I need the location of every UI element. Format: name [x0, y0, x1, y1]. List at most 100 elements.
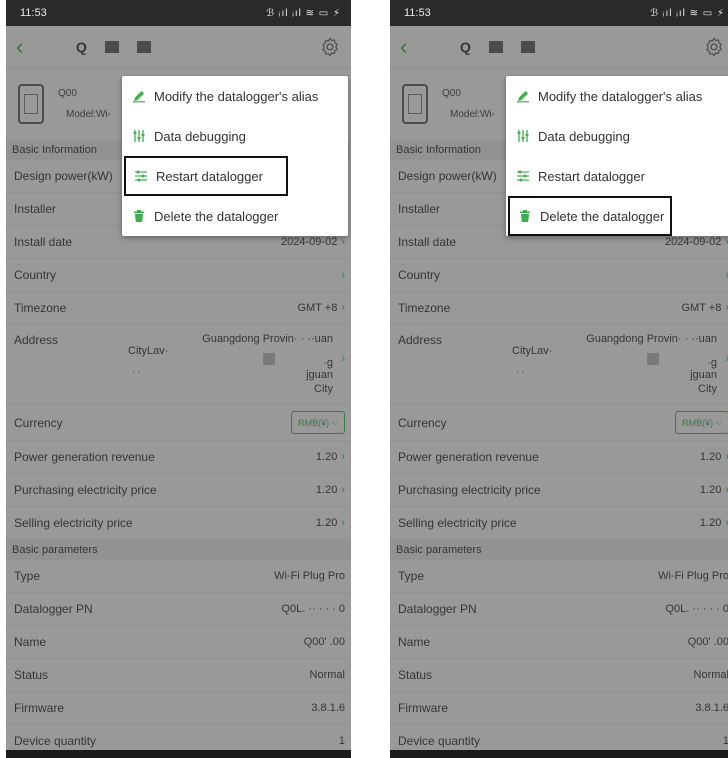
chevron-right-icon: ›	[341, 484, 345, 496]
address-line: · ·	[132, 366, 141, 376]
row-status: Status Normal	[390, 659, 728, 692]
row-timezone[interactable]: Timezone GMT +8›	[6, 292, 351, 325]
status-bar: 11:53 ℬ ᵢıl ᵢıl ≋ ▭ ⚡	[6, 0, 351, 26]
row-label: Type	[398, 569, 425, 583]
row-value: 1.20	[699, 484, 722, 496]
currency-value: RMB(¥)	[682, 417, 714, 428]
settings-lines-icon	[517, 170, 529, 182]
status-icons: ℬ ᵢıl ᵢıl ≋ ▭ ⚡	[650, 7, 725, 19]
navigation-bar	[390, 750, 728, 758]
menu-item-label: Data debugging	[538, 128, 630, 144]
address-line: City	[698, 383, 717, 395]
row-address[interactable]: Address Guangdong Provin· · ··uan CityLa…	[390, 325, 728, 405]
back-icon[interactable]: ‹	[16, 34, 36, 60]
row-label: Installer	[14, 202, 57, 216]
row-label: Selling electricity price	[398, 516, 517, 530]
menu-item-label: Restart datalogger	[538, 168, 645, 184]
phone-screenshot-right: 11:53 ℬ ᵢıl ᵢıl ≋ ▭ ⚡ ‹ Q Q00 Model:Wi- …	[390, 0, 728, 758]
row-name: Name Q00' .00	[6, 626, 351, 659]
row-firmware: Firmware 3.8.1.6	[6, 692, 351, 725]
device-model: Model:Wi-	[450, 109, 496, 120]
row-label: Name	[398, 635, 431, 649]
row-label: Device quantity	[14, 734, 97, 748]
row-label: Address	[14, 333, 59, 347]
row-value: GMT +8	[297, 302, 338, 314]
top-toolbar: ‹ Q	[6, 26, 351, 68]
row-label: Currency	[14, 415, 63, 430]
gear-icon[interactable]	[319, 36, 341, 58]
menu-item-delete-datalogger[interactable]: Delete the datalogger	[508, 196, 672, 236]
settings-lines-icon	[135, 170, 147, 182]
row-datalogger-pn: Datalogger PN Q0L. ·· · · · 0	[390, 593, 728, 626]
trash-icon	[134, 210, 144, 222]
row-value: 3.8.1.6	[695, 702, 728, 714]
menu-item-data-debugging[interactable]: Data debugging	[122, 116, 348, 156]
row-label: Status	[14, 668, 49, 682]
row-value: 1.20	[315, 517, 338, 529]
back-icon[interactable]: ‹	[400, 34, 420, 60]
address-line: CityLav·	[512, 345, 553, 357]
row-address[interactable]: Address Guangdong Provin· · ··uan CityLa…	[6, 325, 351, 405]
row-selling-price[interactable]: Selling electricity price 1.20›	[6, 507, 351, 540]
row-label: Country	[398, 268, 441, 282]
menu-item-modify-alias[interactable]: Modify the datalogger's alias	[122, 76, 348, 116]
address-line: Guangdong Provin· · ··uan	[586, 333, 717, 345]
row-value: 3.8.1.6	[311, 702, 345, 714]
row-value: Normal	[693, 669, 728, 681]
row-label: Datalogger PN	[398, 602, 477, 616]
row-value: Q0L. ·· · · · 0	[281, 603, 345, 615]
menu-item-restart-datalogger[interactable]: Restart datalogger	[124, 156, 288, 196]
row-purchasing-price[interactable]: Purchasing electricity price 1.20›	[390, 474, 728, 507]
currency-select[interactable]: RMB(¥) ⌵	[291, 411, 345, 434]
row-currency: Currency RMB(¥) ⌵	[6, 405, 351, 441]
section-basic-parameters: Basic parameters	[6, 540, 351, 560]
row-value: 1	[722, 735, 728, 747]
address-line: jguan	[306, 369, 333, 381]
row-value: Wi-Fi Plug Pro	[658, 570, 728, 582]
search-icon[interactable]: Q	[76, 39, 87, 55]
menu-item-data-debugging[interactable]: Data debugging	[506, 116, 728, 156]
row-label: Selling electricity price	[14, 516, 133, 530]
row-power-generation-revenue[interactable]: Power generation revenue 1.20›	[390, 441, 728, 474]
settings-popup-menu: Modify the datalogger's alias Data debug…	[506, 76, 728, 236]
device-name: Q00	[442, 88, 461, 99]
row-timezone[interactable]: Timezone GMT +8›	[390, 292, 728, 325]
currency-select[interactable]: RMB(¥) ⌵	[675, 411, 728, 434]
redacted-block-icon	[104, 40, 119, 53]
row-selling-price[interactable]: Selling electricity price 1.20›	[390, 507, 728, 540]
status-icons: ℬ ᵢıl ᵢıl ≋ ▭ ⚡	[266, 7, 341, 19]
row-type: Type Wi-Fi Plug Pro	[6, 560, 351, 593]
row-currency: Currency RMB(¥) ⌵	[390, 405, 728, 441]
chevron-down-icon: ⌵	[715, 417, 722, 427]
menu-item-label: Modify the datalogger's alias	[154, 88, 319, 104]
menu-item-label: Data debugging	[154, 128, 246, 144]
navigation-bar	[6, 750, 351, 758]
section-basic-parameters: Basic parameters	[390, 540, 728, 560]
row-country[interactable]: Country ›	[6, 259, 351, 292]
row-value: 1.20	[315, 451, 338, 463]
device-model: Model:Wi-	[66, 109, 112, 120]
row-firmware: Firmware 3.8.1.6	[390, 692, 728, 725]
menu-item-modify-alias[interactable]: Modify the datalogger's alias	[506, 76, 728, 116]
row-value: Normal	[309, 669, 345, 681]
search-icon[interactable]: Q	[460, 39, 471, 55]
datalogger-icon	[402, 84, 428, 124]
gear-icon[interactable]	[703, 36, 725, 58]
row-label: Power generation revenue	[14, 450, 155, 464]
address-line: CityLav·	[128, 345, 169, 357]
row-power-generation-revenue[interactable]: Power generation revenue 1.20›	[6, 441, 351, 474]
menu-item-delete-datalogger[interactable]: Delete the datalogger	[122, 196, 348, 236]
row-label: Install date	[398, 235, 457, 249]
address-line: · ·	[516, 366, 525, 376]
menu-item-label: Modify the datalogger's alias	[538, 88, 703, 104]
row-label: Country	[14, 268, 57, 282]
row-country[interactable]: Country ›	[390, 259, 728, 292]
row-label: Purchasing electricity price	[398, 483, 541, 497]
redacted-block-icon	[136, 40, 151, 53]
chevron-right-icon: ›	[341, 302, 345, 314]
menu-item-restart-datalogger[interactable]: Restart datalogger	[506, 156, 728, 196]
row-label: Firmware	[398, 701, 448, 715]
chevron-right-icon: ›	[341, 236, 345, 248]
row-purchasing-price[interactable]: Purchasing electricity price 1.20›	[6, 474, 351, 507]
status-time: 11:53	[404, 7, 431, 19]
